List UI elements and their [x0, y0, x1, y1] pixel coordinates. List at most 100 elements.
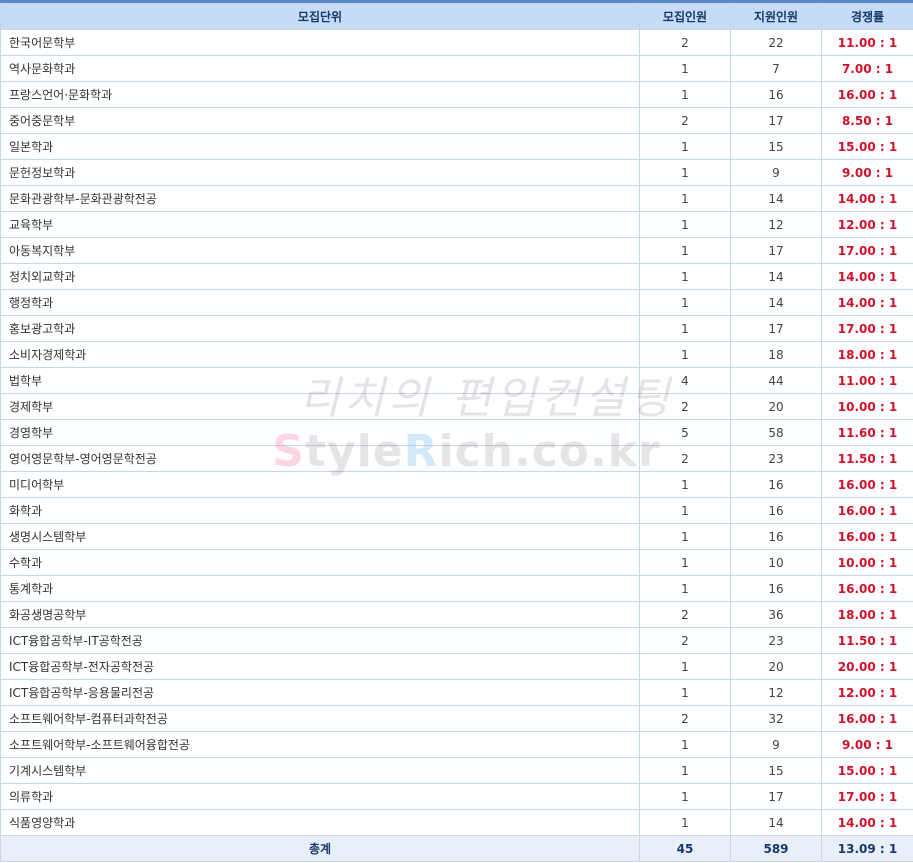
- row-quota: 1: [639, 757, 731, 784]
- row-ratio: 16.00 : 1: [821, 523, 913, 550]
- row-unit-name: 기계시스템학부: [0, 757, 640, 784]
- row-ratio: 20.00 : 1: [821, 653, 913, 680]
- table-row: 역사문화학과 1 7 7.00 : 1: [0, 55, 913, 82]
- row-unit-name: ICT융합공학부-응용물리전공: [0, 679, 640, 706]
- table-row: 의류학과 1 17 17.00 : 1: [0, 783, 913, 810]
- row-unit-name: 문화관광학부-문화관광학전공: [0, 185, 640, 212]
- row-unit-name: 역사문화학과: [0, 55, 640, 82]
- row-quota: 5: [639, 419, 731, 446]
- table-row: 식품영양학과 1 14 14.00 : 1: [0, 809, 913, 836]
- table-row: 문화관광학부-문화관광학전공 1 14 14.00 : 1: [0, 185, 913, 212]
- row-ratio: 12.00 : 1: [821, 211, 913, 238]
- row-quota: 1: [639, 263, 731, 290]
- row-applicants: 16: [730, 471, 822, 498]
- row-unit-name: 법학부: [0, 367, 640, 394]
- header-quota: 모집인원: [639, 3, 731, 30]
- row-ratio: 11.50 : 1: [821, 627, 913, 654]
- table-row: 문헌정보학과 1 9 9.00 : 1: [0, 159, 913, 186]
- row-quota: 4: [639, 367, 731, 394]
- row-unit-name: 생명시스템학부: [0, 523, 640, 550]
- row-unit-name: 경제학부: [0, 393, 640, 420]
- row-applicants: 32: [730, 705, 822, 732]
- row-quota: 1: [639, 237, 731, 264]
- header-unit: 모집단위: [0, 3, 640, 30]
- table-row: 통계학과 1 16 16.00 : 1: [0, 575, 913, 602]
- table-row: ICT융합공학부-IT공학전공 2 23 11.50 : 1: [0, 627, 913, 654]
- row-unit-name: ICT융합공학부-전자공학전공: [0, 653, 640, 680]
- row-quota: 1: [639, 575, 731, 602]
- row-unit-name: 소프트웨어학부-소프트웨어융합전공: [0, 731, 640, 758]
- row-applicants: 36: [730, 601, 822, 628]
- total-label: 총계: [0, 835, 640, 862]
- row-applicants: 14: [730, 809, 822, 836]
- row-ratio: 18.00 : 1: [821, 341, 913, 368]
- row-applicants: 23: [730, 445, 822, 472]
- table-row: 아동복지학부 1 17 17.00 : 1: [0, 237, 913, 264]
- row-applicants: 14: [730, 185, 822, 212]
- row-quota: 1: [639, 679, 731, 706]
- table-row: 수학과 1 10 10.00 : 1: [0, 549, 913, 576]
- row-quota: 1: [639, 185, 731, 212]
- row-ratio: 17.00 : 1: [821, 315, 913, 342]
- row-ratio: 16.00 : 1: [821, 575, 913, 602]
- table-row: 프랑스언어·문화학과 1 16 16.00 : 1: [0, 81, 913, 108]
- row-ratio: 10.00 : 1: [821, 549, 913, 576]
- row-ratio: 11.60 : 1: [821, 419, 913, 446]
- row-quota: 1: [639, 289, 731, 316]
- row-quota: 2: [639, 445, 731, 472]
- row-quota: 1: [639, 341, 731, 368]
- row-unit-name: 문헌정보학과: [0, 159, 640, 186]
- row-unit-name: 정치외교학과: [0, 263, 640, 290]
- row-quota: 1: [639, 315, 731, 342]
- row-quota: 2: [639, 393, 731, 420]
- row-unit-name: 소비자경제학과: [0, 341, 640, 368]
- row-unit-name: ICT융합공학부-IT공학전공: [0, 627, 640, 654]
- row-quota: 1: [639, 133, 731, 160]
- row-applicants: 17: [730, 783, 822, 810]
- row-unit-name: 아동복지학부: [0, 237, 640, 264]
- row-unit-name: 수학과: [0, 549, 640, 576]
- table-row: 화학과 1 16 16.00 : 1: [0, 497, 913, 524]
- header-applicants: 지원인원: [730, 3, 822, 30]
- row-ratio: 11.00 : 1: [821, 29, 913, 56]
- row-quota: 2: [639, 29, 731, 56]
- row-ratio: 10.00 : 1: [821, 393, 913, 420]
- row-unit-name: 중어중문학부: [0, 107, 640, 134]
- row-unit-name: 통계학과: [0, 575, 640, 602]
- row-unit-name: 프랑스언어·문화학과: [0, 81, 640, 108]
- row-applicants: 15: [730, 757, 822, 784]
- row-unit-name: 미디어학부: [0, 471, 640, 498]
- row-ratio: 14.00 : 1: [821, 289, 913, 316]
- row-ratio: 9.00 : 1: [821, 159, 913, 186]
- table-row: 기계시스템학부 1 15 15.00 : 1: [0, 757, 913, 784]
- table-row: 화공생명공학부 2 36 18.00 : 1: [0, 601, 913, 628]
- row-quota: 2: [639, 601, 731, 628]
- row-quota: 1: [639, 81, 731, 108]
- row-ratio: 18.00 : 1: [821, 601, 913, 628]
- row-ratio: 14.00 : 1: [821, 809, 913, 836]
- row-unit-name: 일본학과: [0, 133, 640, 160]
- admission-table-frame: 모집단위 모집인원 지원인원 경쟁률 한국어문학부 2 22 11.00 : 1 역사문…: [0, 0, 913, 863]
- table-row: 소비자경제학과 1 18 18.00 : 1: [0, 341, 913, 368]
- header-ratio: 경쟁률: [821, 3, 913, 30]
- table-row: 홍보광고학과 1 17 17.00 : 1: [0, 315, 913, 342]
- row-ratio: 14.00 : 1: [821, 185, 913, 212]
- row-applicants: 18: [730, 341, 822, 368]
- row-ratio: 15.00 : 1: [821, 133, 913, 160]
- row-unit-name: 한국어문학부: [0, 29, 640, 56]
- row-ratio: 16.00 : 1: [821, 497, 913, 524]
- row-ratio: 16.00 : 1: [821, 81, 913, 108]
- table-row: 행정학과 1 14 14.00 : 1: [0, 289, 913, 316]
- row-ratio: 11.50 : 1: [821, 445, 913, 472]
- row-quota: 1: [639, 731, 731, 758]
- row-applicants: 9: [730, 731, 822, 758]
- row-quota: 1: [639, 549, 731, 576]
- total-ratio: 13.09 : 1: [821, 835, 913, 862]
- row-quota: 1: [639, 159, 731, 186]
- row-applicants: 9: [730, 159, 822, 186]
- row-applicants: 17: [730, 315, 822, 342]
- row-ratio: 11.00 : 1: [821, 367, 913, 394]
- row-unit-name: 소프트웨어학부-컴퓨터과학전공: [0, 705, 640, 732]
- row-applicants: 23: [730, 627, 822, 654]
- row-ratio: 14.00 : 1: [821, 263, 913, 290]
